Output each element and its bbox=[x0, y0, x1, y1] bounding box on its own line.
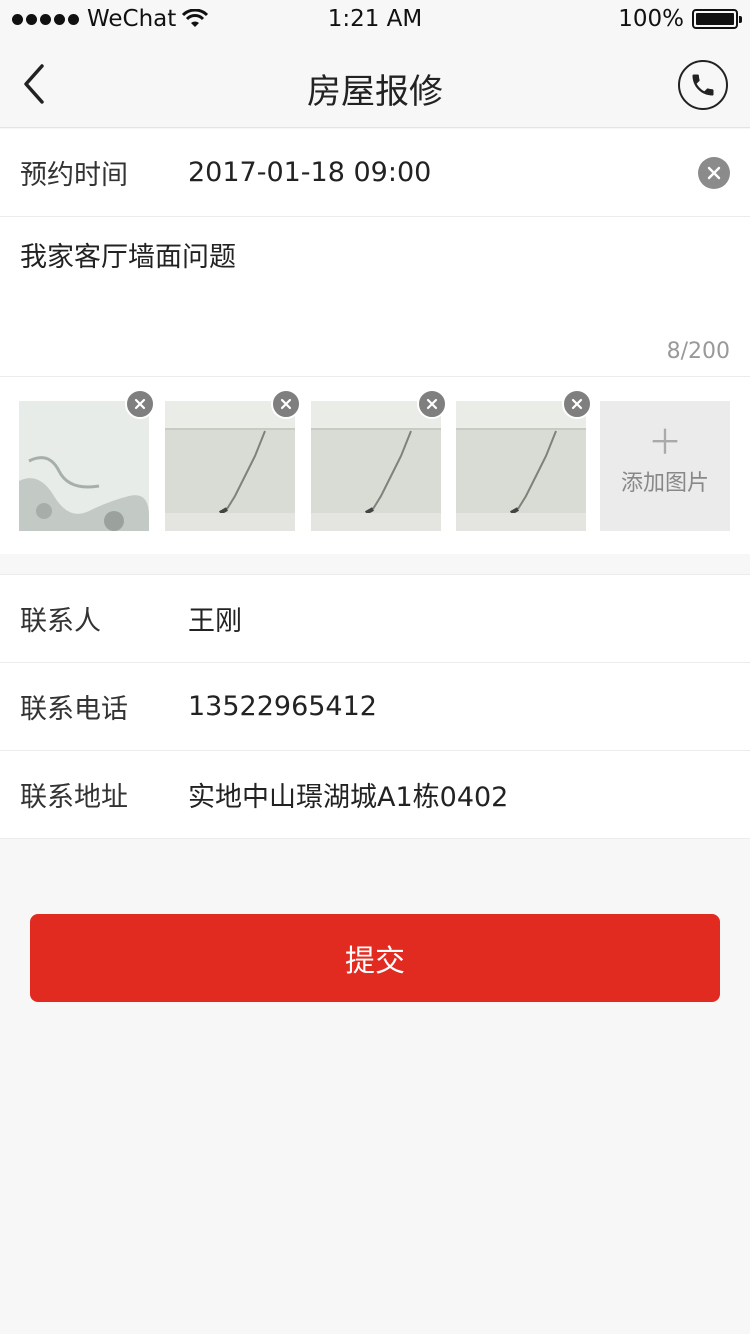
add-photo-button[interactable]: ＋ 添加图片 bbox=[600, 401, 730, 531]
photo-thumbnail[interactable] bbox=[311, 389, 447, 531]
photo-image bbox=[456, 401, 586, 531]
appointment-label: 预约时间 bbox=[20, 160, 128, 191]
appointment-value[interactable]: 2017-01-18 09:00 bbox=[188, 157, 431, 188]
close-icon bbox=[280, 398, 292, 410]
contact-address-value[interactable]: 实地中山璟湖城A1栋0402 bbox=[188, 775, 508, 814]
photo-image bbox=[165, 401, 295, 531]
photo-thumbnail[interactable] bbox=[165, 389, 301, 531]
contact-person-value[interactable]: 王刚 bbox=[188, 599, 242, 638]
contact-card: 联系人 王刚 联系电话 13522965412 联系地址 实地中山璟湖城A1栋0… bbox=[0, 574, 750, 839]
remove-photo-button[interactable] bbox=[271, 389, 301, 419]
appointment-row[interactable]: 预约时间 2017-01-18 09:00 bbox=[0, 129, 750, 217]
photo-list: ＋ 添加图片 bbox=[0, 377, 750, 554]
contact-address-label: 联系地址 bbox=[20, 782, 128, 813]
photo-thumbnail[interactable] bbox=[456, 389, 592, 531]
add-photo-label: 添加图片 bbox=[620, 471, 709, 496]
remove-photo-button[interactable] bbox=[562, 389, 592, 419]
photo-image bbox=[19, 401, 149, 531]
submit-button[interactable]: 提交 bbox=[30, 914, 720, 1002]
call-button[interactable] bbox=[678, 60, 728, 110]
page-title: 房屋报修 bbox=[307, 72, 443, 112]
description-text[interactable]: 我家客厅墙面问题 bbox=[20, 235, 236, 274]
description-textarea[interactable]: 我家客厅墙面问题 8/200 bbox=[0, 217, 750, 377]
contact-phone-label: 联系电话 bbox=[20, 694, 128, 725]
photo-image bbox=[311, 401, 441, 531]
character-counter: 8/200 bbox=[666, 339, 730, 364]
nav-bar: 房屋报修 bbox=[0, 40, 750, 128]
contact-person-label: 联系人 bbox=[20, 606, 101, 637]
status-bar: WeChat 1:21 AM 100% bbox=[0, 0, 750, 40]
contact-phone-row[interactable]: 联系电话 13522965412 bbox=[0, 663, 750, 751]
close-icon bbox=[134, 398, 146, 410]
plus-icon: ＋ bbox=[648, 423, 682, 463]
repair-form-card: 预约时间 2017-01-18 09:00 我家客厅墙面问题 8/200 ＋ 添… bbox=[0, 129, 750, 554]
clear-appointment-button[interactable] bbox=[698, 156, 730, 189]
close-icon bbox=[571, 398, 583, 410]
remove-photo-button[interactable] bbox=[125, 389, 155, 419]
phone-icon bbox=[692, 74, 714, 96]
contact-person-row[interactable]: 联系人 王刚 bbox=[0, 575, 750, 663]
photo-thumbnail[interactable] bbox=[19, 389, 155, 531]
contact-address-row[interactable]: 联系地址 实地中山璟湖城A1栋0402 bbox=[0, 751, 750, 839]
close-icon bbox=[707, 166, 721, 179]
battery-icon bbox=[692, 9, 742, 29]
status-right: 100% bbox=[618, 6, 742, 32]
battery-percent: 100% bbox=[618, 6, 684, 32]
remove-photo-button[interactable] bbox=[417, 389, 447, 419]
close-icon bbox=[426, 398, 438, 410]
contact-phone-value[interactable]: 13522965412 bbox=[188, 691, 377, 722]
